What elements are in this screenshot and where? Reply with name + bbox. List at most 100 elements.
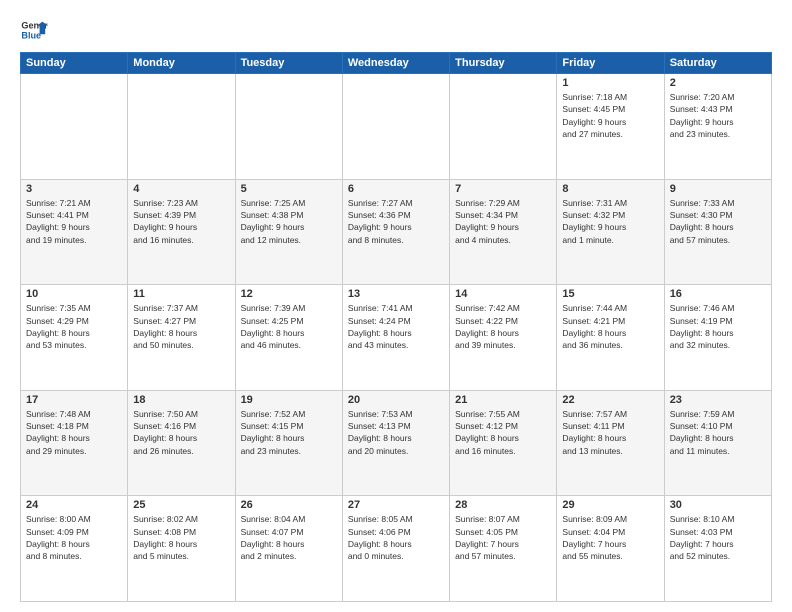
day-info: Sunrise: 8:00 AMSunset: 4:09 PMDaylight:… — [26, 513, 122, 562]
day-number: 27 — [348, 499, 444, 511]
day-info: Sunrise: 7:39 AMSunset: 4:25 PMDaylight:… — [241, 302, 337, 351]
calendar-cell: 14 Sunrise: 7:42 AMSunset: 4:22 PMDayligh… — [450, 285, 557, 391]
day-info: Sunrise: 8:02 AMSunset: 4:08 PMDaylight:… — [133, 513, 229, 562]
day-info: Sunrise: 7:55 AMSunset: 4:12 PMDaylight:… — [455, 408, 551, 457]
day-number: 24 — [26, 499, 122, 511]
day-number: 17 — [26, 394, 122, 406]
day-number: 23 — [670, 394, 766, 406]
day-info: Sunrise: 7:33 AMSunset: 4:30 PMDaylight:… — [670, 197, 766, 246]
calendar-cell: 12 Sunrise: 7:39 AMSunset: 4:25 PMDayligh… — [235, 285, 342, 391]
day-info: Sunrise: 8:10 AMSunset: 4:03 PMDaylight:… — [670, 513, 766, 562]
day-number: 26 — [241, 499, 337, 511]
day-number: 18 — [133, 394, 229, 406]
calendar-cell — [21, 74, 128, 180]
day-number: 12 — [241, 288, 337, 300]
weekday-friday: Friday — [557, 53, 664, 74]
week-row-4: 17 Sunrise: 7:48 AMSunset: 4:18 PMDayligh… — [21, 390, 772, 496]
logo-icon: General Blue — [20, 16, 48, 44]
weekday-saturday: Saturday — [664, 53, 771, 74]
day-info: Sunrise: 7:23 AMSunset: 4:39 PMDaylight:… — [133, 197, 229, 246]
calendar-cell: 10 Sunrise: 7:35 AMSunset: 4:29 PMDayligh… — [21, 285, 128, 391]
day-number: 22 — [562, 394, 658, 406]
calendar-cell: 30 Sunrise: 8:10 AMSunset: 4:03 PMDayligh… — [664, 496, 771, 602]
day-number: 4 — [133, 183, 229, 195]
day-number: 8 — [562, 183, 658, 195]
calendar-cell: 25 Sunrise: 8:02 AMSunset: 4:08 PMDayligh… — [128, 496, 235, 602]
day-number: 28 — [455, 499, 551, 511]
day-number: 25 — [133, 499, 229, 511]
day-info: Sunrise: 7:18 AMSunset: 4:45 PMDaylight:… — [562, 91, 658, 140]
day-info: Sunrise: 7:42 AMSunset: 4:22 PMDaylight:… — [455, 302, 551, 351]
day-number: 30 — [670, 499, 766, 511]
day-number: 15 — [562, 288, 658, 300]
header: General Blue — [20, 16, 772, 44]
day-info: Sunrise: 7:25 AMSunset: 4:38 PMDaylight:… — [241, 197, 337, 246]
calendar-cell: 9 Sunrise: 7:33 AMSunset: 4:30 PMDaylight… — [664, 179, 771, 285]
calendar-cell: 24 Sunrise: 8:00 AMSunset: 4:09 PMDayligh… — [21, 496, 128, 602]
day-info: Sunrise: 8:04 AMSunset: 4:07 PMDaylight:… — [241, 513, 337, 562]
page: General Blue SundayMondayTuesdayWednesda… — [0, 0, 792, 612]
day-number: 1 — [562, 77, 658, 89]
day-info: Sunrise: 7:52 AMSunset: 4:15 PMDaylight:… — [241, 408, 337, 457]
week-row-3: 10 Sunrise: 7:35 AMSunset: 4:29 PMDayligh… — [21, 285, 772, 391]
day-info: Sunrise: 7:46 AMSunset: 4:19 PMDaylight:… — [670, 302, 766, 351]
day-number: 10 — [26, 288, 122, 300]
day-info: Sunrise: 7:37 AMSunset: 4:27 PMDaylight:… — [133, 302, 229, 351]
weekday-wednesday: Wednesday — [342, 53, 449, 74]
calendar-cell: 19 Sunrise: 7:52 AMSunset: 4:15 PMDayligh… — [235, 390, 342, 496]
day-number: 14 — [455, 288, 551, 300]
day-info: Sunrise: 7:21 AMSunset: 4:41 PMDaylight:… — [26, 197, 122, 246]
calendar-cell: 7 Sunrise: 7:29 AMSunset: 4:34 PMDaylight… — [450, 179, 557, 285]
week-row-2: 3 Sunrise: 7:21 AMSunset: 4:41 PMDaylight… — [21, 179, 772, 285]
calendar-cell: 5Sunrise: 7:25 AMSunset: 4:38 PMDaylight… — [235, 179, 342, 285]
day-number: 19 — [241, 394, 337, 406]
calendar-cell: 27 Sunrise: 8:05 AMSunset: 4:06 PMDayligh… — [342, 496, 449, 602]
calendar-table: SundayMondayTuesdayWednesdayThursdayFrid… — [20, 52, 772, 602]
day-info: Sunrise: 7:48 AMSunset: 4:18 PMDaylight:… — [26, 408, 122, 457]
calendar-cell: 18Sunrise: 7:50 AMSunset: 4:16 PMDayligh… — [128, 390, 235, 496]
week-row-5: 24 Sunrise: 8:00 AMSunset: 4:09 PMDayligh… — [21, 496, 772, 602]
calendar-cell — [128, 74, 235, 180]
day-number: 7 — [455, 183, 551, 195]
calendar-cell: 22Sunrise: 7:57 AMSunset: 4:11 PMDayligh… — [557, 390, 664, 496]
weekday-sunday: Sunday — [21, 53, 128, 74]
day-number: 6 — [348, 183, 444, 195]
day-info: Sunrise: 7:41 AMSunset: 4:24 PMDaylight:… — [348, 302, 444, 351]
calendar-cell: 13Sunrise: 7:41 AMSunset: 4:24 PMDayligh… — [342, 285, 449, 391]
calendar-cell: 26 Sunrise: 8:04 AMSunset: 4:07 PMDayligh… — [235, 496, 342, 602]
week-row-1: 1 Sunrise: 7:18 AMSunset: 4:45 PMDaylight… — [21, 74, 772, 180]
day-info: Sunrise: 8:05 AMSunset: 4:06 PMDaylight:… — [348, 513, 444, 562]
weekday-monday: Monday — [128, 53, 235, 74]
day-info: Sunrise: 7:29 AMSunset: 4:34 PMDaylight:… — [455, 197, 551, 246]
calendar-cell: 8 Sunrise: 7:31 AMSunset: 4:32 PMDaylight… — [557, 179, 664, 285]
day-number: 29 — [562, 499, 658, 511]
calendar-cell: 17 Sunrise: 7:48 AMSunset: 4:18 PMDayligh… — [21, 390, 128, 496]
calendar-cell: 3 Sunrise: 7:21 AMSunset: 4:41 PMDaylight… — [21, 179, 128, 285]
day-info: Sunrise: 7:27 AMSunset: 4:36 PMDaylight:… — [348, 197, 444, 246]
day-number: 9 — [670, 183, 766, 195]
weekday-header-row: SundayMondayTuesdayWednesdayThursdayFrid… — [21, 53, 772, 74]
day-info: Sunrise: 7:35 AMSunset: 4:29 PMDaylight:… — [26, 302, 122, 351]
calendar-cell — [450, 74, 557, 180]
day-number: 21 — [455, 394, 551, 406]
calendar-cell: 28Sunrise: 8:07 AMSunset: 4:05 PMDayligh… — [450, 496, 557, 602]
day-number: 2 — [670, 77, 766, 89]
calendar-cell: 6 Sunrise: 7:27 AMSunset: 4:36 PMDaylight… — [342, 179, 449, 285]
calendar-cell: 16 Sunrise: 7:46 AMSunset: 4:19 PMDayligh… — [664, 285, 771, 391]
calendar-cell: 4 Sunrise: 7:23 AMSunset: 4:39 PMDaylight… — [128, 179, 235, 285]
day-info: Sunrise: 7:53 AMSunset: 4:13 PMDaylight:… — [348, 408, 444, 457]
day-number: 11 — [133, 288, 229, 300]
day-info: Sunrise: 8:09 AMSunset: 4:04 PMDaylight:… — [562, 513, 658, 562]
calendar-cell: 2Sunrise: 7:20 AMSunset: 4:43 PMDaylight… — [664, 74, 771, 180]
calendar-cell: 15 Sunrise: 7:44 AMSunset: 4:21 PMDayligh… — [557, 285, 664, 391]
day-info: Sunrise: 7:31 AMSunset: 4:32 PMDaylight:… — [562, 197, 658, 246]
calendar-cell: 21 Sunrise: 7:55 AMSunset: 4:12 PMDayligh… — [450, 390, 557, 496]
svg-text:Blue: Blue — [21, 30, 41, 40]
calendar-cell: 23Sunrise: 7:59 AMSunset: 4:10 PMDayligh… — [664, 390, 771, 496]
day-number: 3 — [26, 183, 122, 195]
day-number: 16 — [670, 288, 766, 300]
calendar-cell: 20Sunrise: 7:53 AMSunset: 4:13 PMDayligh… — [342, 390, 449, 496]
day-info: Sunrise: 7:44 AMSunset: 4:21 PMDaylight:… — [562, 302, 658, 351]
weekday-tuesday: Tuesday — [235, 53, 342, 74]
calendar-cell: 29 Sunrise: 8:09 AMSunset: 4:04 PMDayligh… — [557, 496, 664, 602]
